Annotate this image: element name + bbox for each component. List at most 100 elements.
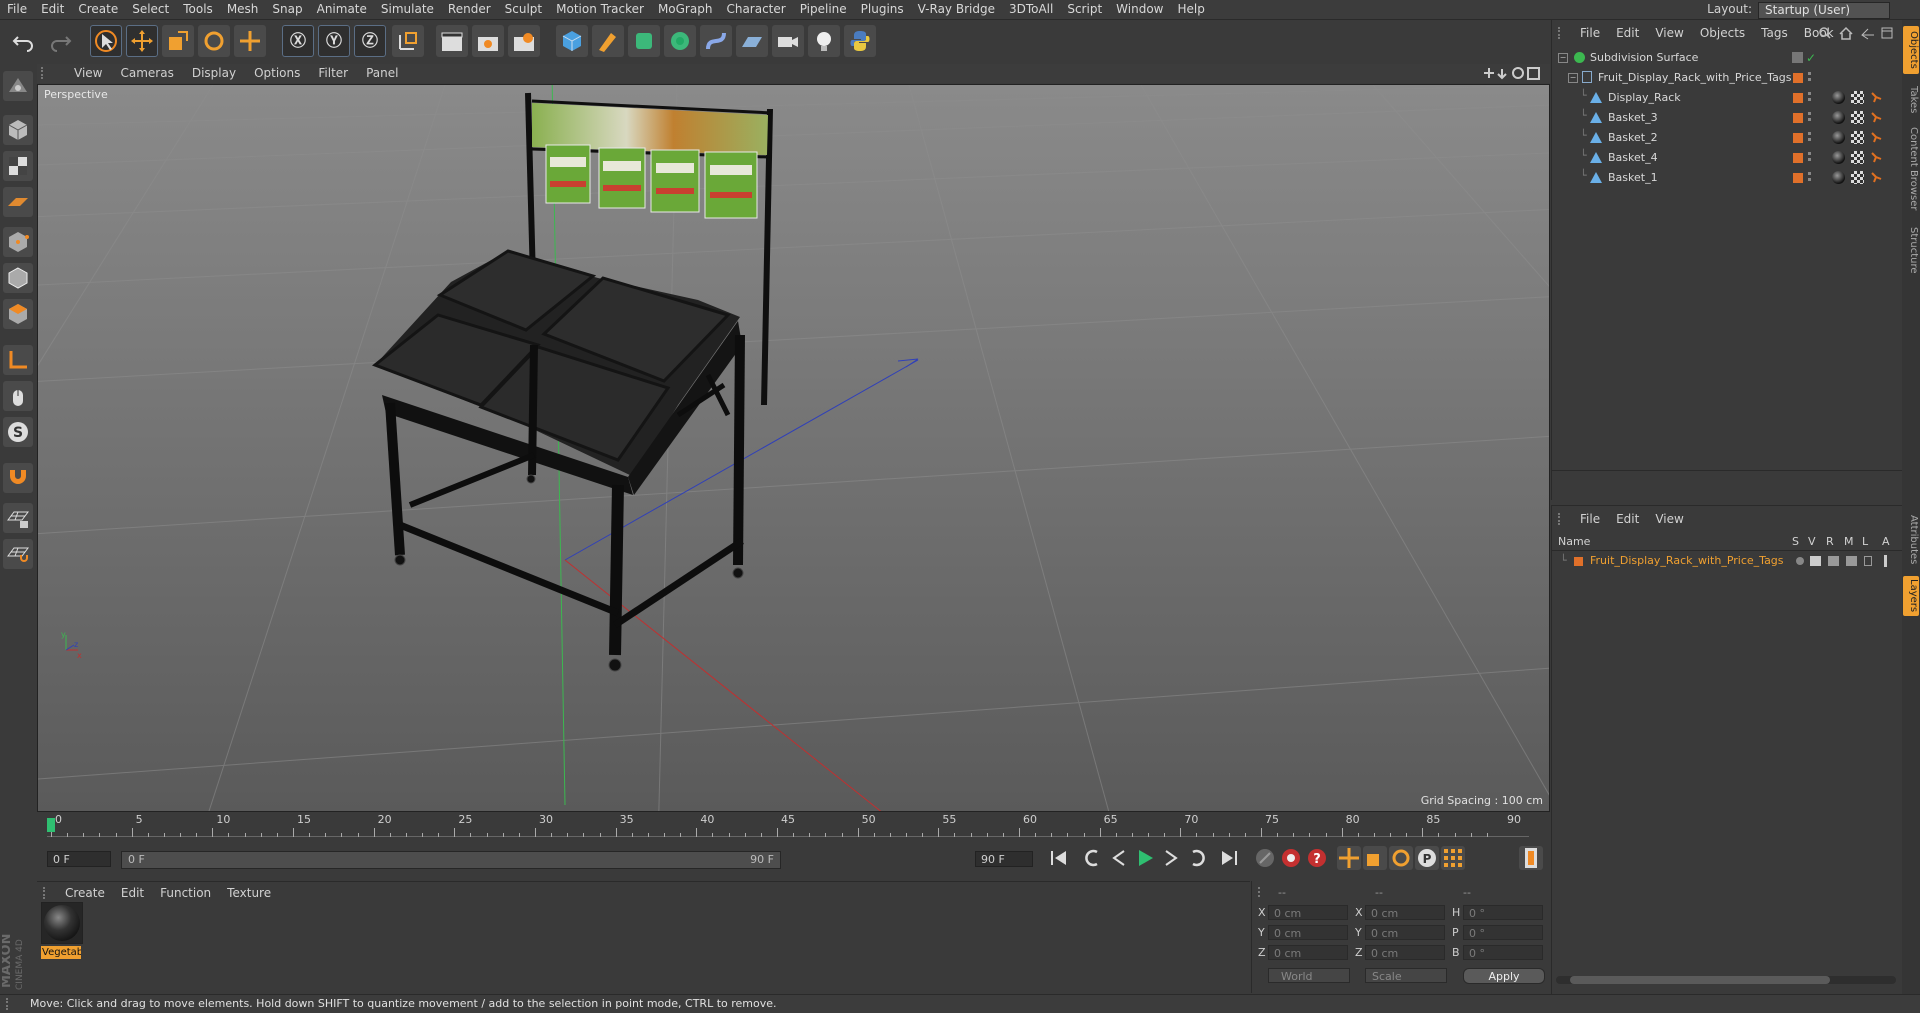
magnet-button[interactable] (3, 463, 33, 493)
apply-button[interactable]: Apply (1463, 968, 1545, 984)
size-x-field[interactable]: 0 cm (1365, 905, 1445, 920)
key-scale-button[interactable] (1363, 846, 1387, 870)
viewport-menu-cameras[interactable]: Cameras (111, 64, 182, 83)
workplane-mode-button[interactable] (3, 187, 33, 217)
menu-character[interactable]: Character (719, 0, 792, 19)
tree-row-basket-3[interactable]: └ Basket_3 (1552, 108, 1902, 128)
viewport-menu-display[interactable]: Display (183, 64, 245, 83)
move-tool-button[interactable] (126, 25, 158, 57)
visibility-dots-icon[interactable] (1808, 92, 1811, 95)
rotation-b-field[interactable]: 0 ° (1463, 945, 1543, 960)
autokey-button[interactable] (1279, 846, 1303, 870)
camera-object-button[interactable] (772, 25, 804, 57)
playhead[interactable] (47, 818, 55, 832)
locked-workplane-button[interactable] (3, 503, 33, 533)
3d-viewport[interactable]: y x z Perspective Grid Spacing : 100 cm (37, 84, 1550, 812)
tree-row-basket-2[interactable]: └ Basket_2 (1552, 128, 1902, 148)
material-swatch[interactable]: Vegetab (41, 902, 83, 960)
eye-icon[interactable] (1810, 556, 1821, 566)
key-rotation-button[interactable] (1389, 846, 1413, 870)
material-menu-edit[interactable]: Edit (113, 884, 152, 902)
record-keys-button[interactable] (1253, 846, 1277, 870)
size-z-field[interactable]: 0 cm (1365, 945, 1445, 960)
python-script-button[interactable] (844, 25, 876, 57)
menu-mesh[interactable]: Mesh (220, 0, 266, 19)
preview-range-slider[interactable]: 0 F 90 F (121, 851, 781, 869)
render-settings-button[interactable] (508, 25, 540, 57)
material-tag-icon[interactable] (1832, 131, 1845, 144)
lock-icon[interactable] (1864, 556, 1872, 566)
selection-tag-icon[interactable] (1870, 111, 1883, 124)
axis-mode-button[interactable] (3, 345, 33, 375)
tree-row-subdivision-surface[interactable]: − Subdivision Surface ✓ (1552, 48, 1902, 68)
menu-plugins[interactable]: Plugins (854, 0, 911, 19)
material-menu-texture[interactable]: Texture (219, 884, 279, 902)
texture-mode-button[interactable] (3, 151, 33, 181)
layer-menu-view[interactable]: View (1647, 510, 1691, 528)
material-tag-icon[interactable] (1832, 111, 1845, 124)
texture-tag-icon[interactable] (1851, 151, 1864, 164)
transform-tool-button[interactable] (234, 25, 266, 57)
subdivision-generator-button[interactable] (628, 25, 660, 57)
tab-layers[interactable]: Layers (1903, 576, 1919, 616)
visibility-toggle-icon[interactable] (1792, 52, 1803, 63)
selection-tag-icon[interactable] (1870, 131, 1883, 144)
rotation-h-field[interactable]: 0 ° (1463, 905, 1543, 920)
visibility-dots-icon[interactable] (1808, 112, 1811, 115)
collapse-icon[interactable]: − (1568, 73, 1578, 83)
layer-menu-file[interactable]: File (1572, 510, 1608, 528)
position-z-field[interactable]: 0 cm (1268, 945, 1348, 960)
menu-edit[interactable]: Edit (34, 0, 71, 19)
visibility-dots-icon[interactable] (1808, 132, 1811, 135)
current-frame-field[interactable]: 0 F (47, 851, 111, 867)
viewport-menu-view[interactable]: View (65, 64, 111, 83)
menu-script[interactable]: Script (1060, 0, 1109, 19)
tree-row-basket-4[interactable]: └ Basket_4 (1552, 148, 1902, 168)
mograph-cloner-button[interactable] (664, 25, 696, 57)
object-menu-tags[interactable]: Tags (1753, 24, 1796, 42)
texture-tag-icon[interactable] (1851, 111, 1864, 124)
visibility-dots-icon[interactable] (1808, 172, 1811, 175)
timeline-ruler[interactable]: 0 5 10 15 20 25 30 35 40 45 50 55 60 65 70 75 80 85 90 (37, 813, 1550, 839)
next-frame-button[interactable] (1159, 846, 1183, 870)
layer-color-swatch[interactable] (1793, 133, 1803, 143)
live-selection-button[interactable] (90, 25, 122, 57)
menu-file[interactable]: File (0, 0, 34, 19)
render-toggle-icon[interactable] (1828, 556, 1839, 566)
object-menu-file[interactable]: File (1572, 24, 1608, 42)
snap-button[interactable]: S (3, 417, 33, 447)
edges-mode-button[interactable] (3, 263, 33, 293)
menu-help[interactable]: Help (1170, 0, 1211, 19)
menu-render[interactable]: Render (441, 0, 498, 19)
collapse-icon[interactable]: − (1558, 53, 1568, 63)
tab-structure[interactable]: Structure (1903, 220, 1919, 280)
menu-mograph[interactable]: MoGraph (651, 0, 720, 19)
material-menu-create[interactable]: Create (57, 884, 113, 902)
texture-tag-icon[interactable] (1851, 131, 1864, 144)
key-position-button[interactable] (1337, 846, 1361, 870)
play-button[interactable] (1133, 846, 1157, 870)
points-mode-button[interactable] (3, 227, 33, 257)
menu-pipeline[interactable]: Pipeline (793, 0, 854, 19)
deformer-button[interactable] (700, 25, 732, 57)
material-tag-icon[interactable] (1832, 91, 1845, 104)
menu-sculpt[interactable]: Sculpt (498, 0, 549, 19)
coordinate-system-button[interactable] (392, 25, 424, 57)
layout-select[interactable]: Startup (User) (1758, 2, 1890, 19)
go-to-start-button[interactable] (1047, 846, 1071, 870)
render-view-button[interactable] (436, 25, 468, 57)
model-mode-button[interactable] (3, 115, 33, 145)
menu-3dtoall[interactable]: 3DToAll (1002, 0, 1060, 19)
rotation-p-field[interactable]: 0 ° (1463, 925, 1543, 940)
layer-color-swatch[interactable] (1574, 557, 1583, 566)
tab-content-browser[interactable]: Content Browser (1903, 124, 1919, 214)
material-tag-icon[interactable] (1832, 171, 1845, 184)
coord-mode-select[interactable]: Scale (1365, 968, 1447, 983)
tree-row-fruit-rack[interactable]: − Fruit_Display_Rack_with_Price_Tags (1552, 68, 1902, 88)
size-y-field[interactable]: 0 cm (1365, 925, 1445, 940)
z-axis-lock-button[interactable]: Ⓩ (354, 25, 386, 57)
viewport-menu-panel[interactable]: Panel (357, 64, 407, 83)
object-menu-objects[interactable]: Objects (1692, 24, 1753, 42)
menu-snap[interactable]: Snap (265, 0, 309, 19)
visibility-dots-icon[interactable] (1808, 72, 1811, 75)
